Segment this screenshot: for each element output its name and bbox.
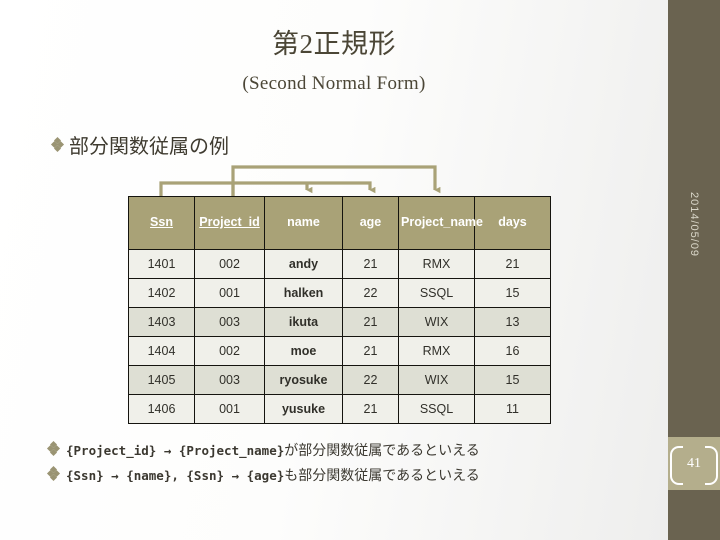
page-number-badge: 41	[668, 437, 720, 490]
slide-canvas: 第2正規形 (Second Normal Form) 部分関数従属の例 Ssn …	[0, 0, 720, 540]
diamond-bullet-icon	[48, 465, 61, 481]
cell-project-id: 002	[194, 336, 265, 366]
cell-name: ikuta	[264, 307, 343, 337]
dependency-table-wrapper: Ssn Project_id name age Project_name day…	[128, 196, 551, 424]
cell-days: 11	[474, 394, 551, 424]
column-header-age: age	[342, 196, 399, 250]
footnote-expression: {Ssn} → {name}, {Ssn} → {age}	[66, 467, 285, 483]
table-row: 1405 003 ryosuke 22 WIX 15	[128, 365, 551, 395]
cell-project-name: SSQL	[398, 394, 475, 424]
column-header-project-name: Project_name	[398, 196, 483, 250]
cell-age: 21	[342, 394, 399, 424]
column-header-ssn: Ssn	[128, 196, 195, 250]
footnote-tail: が部分関数従属であるといえる	[284, 444, 480, 459]
cell-project-id: 001	[194, 394, 265, 424]
cell-days: 21	[474, 249, 551, 279]
cell-project-name: WIX	[398, 307, 475, 337]
cell-days: 15	[474, 278, 551, 308]
column-header-name: name	[264, 196, 343, 250]
cell-age: 22	[342, 365, 399, 395]
footnote-list: {Project_id} → {Project_name}が部分関数従属であると…	[48, 440, 648, 491]
cell-ssn: 1405	[128, 365, 195, 395]
cell-days: 16	[474, 336, 551, 366]
cell-project-id: 003	[194, 307, 265, 337]
cell-name: andy	[264, 249, 343, 279]
column-header-project-id: Project_id	[194, 196, 265, 250]
page-number-label: 41	[687, 455, 701, 471]
cell-age: 21	[342, 336, 399, 366]
arrow-projectid-to-projectname	[231, 165, 441, 196]
cell-name: halken	[264, 278, 343, 308]
cell-project-name: RMX	[398, 336, 475, 366]
cell-project-name: SSQL	[398, 278, 475, 308]
table-header-row: Ssn Project_id name age Project_name day…	[128, 196, 551, 250]
table-row: 1401 002 andy 21 RMX 21	[128, 249, 551, 279]
bracket-right-icon	[705, 446, 718, 485]
cell-age: 21	[342, 307, 399, 337]
footnote-text: {Ssn} → {name}, {Ssn} → {age}も部分関数従属であると…	[66, 467, 480, 487]
footnote-text: {Project_id} → {Project_name}が部分関数従属であると…	[66, 442, 480, 462]
cell-name: moe	[264, 336, 343, 366]
employee-project-table: Ssn Project_id name age Project_name day…	[128, 196, 551, 424]
diamond-bullet-icon	[48, 440, 61, 457]
page-title: 第2正規形	[272, 29, 396, 59]
cell-days: 13	[474, 307, 551, 337]
slide-sidebar: 2014/05/09 41	[668, 0, 720, 540]
footnote-item: {Project_id} → {Project_name}が部分関数従属であると…	[48, 440, 648, 462]
title-block: 第2正規形 (Second Normal Form)	[0, 28, 668, 95]
footnote-item: {Ssn} → {name}, {Ssn} → {age}も部分関数従属であると…	[48, 465, 648, 487]
footnote-expression: {Project_id} → {Project_name}	[66, 443, 285, 458]
cell-age: 21	[342, 249, 399, 279]
cell-ssn: 1403	[128, 307, 195, 337]
cell-ssn: 1406	[128, 394, 195, 424]
cell-age: 22	[342, 278, 399, 308]
table-row: 1404 002 moe 21 RMX 16	[128, 336, 551, 366]
diamond-bullet-icon	[52, 136, 65, 153]
table-row: 1403 003 ikuta 21 WIX 13	[128, 307, 551, 337]
column-header-days: days	[474, 196, 551, 250]
table-row: 1406 001 yusuke 21 SSQL 11	[128, 394, 551, 424]
cell-project-id: 003	[194, 365, 265, 395]
cell-project-name: RMX	[398, 249, 475, 279]
cell-days: 15	[474, 365, 551, 395]
section-headline: 部分関数従属の例	[52, 130, 229, 159]
cell-name: ryosuke	[264, 365, 343, 395]
bracket-left-icon	[670, 446, 683, 485]
cell-ssn: 1401	[128, 249, 195, 279]
slide-date: 2014/05/09	[688, 192, 700, 258]
table-row: 1402 001 halken 22 SSQL 15	[128, 278, 551, 308]
page-subtitle: (Second Normal Form)	[242, 73, 426, 95]
cell-ssn: 1402	[128, 278, 195, 308]
cell-project-name: WIX	[398, 365, 475, 395]
cell-name: yusuke	[264, 394, 343, 424]
cell-ssn: 1404	[128, 336, 195, 366]
cell-project-id: 002	[194, 249, 265, 279]
arrow-ssn-to-age	[159, 181, 376, 196]
footnote-tail: も部分関数従属であるといえる	[284, 468, 480, 484]
cell-project-id: 001	[194, 278, 265, 308]
section-headline-label: 部分関数従属の例	[69, 136, 229, 158]
